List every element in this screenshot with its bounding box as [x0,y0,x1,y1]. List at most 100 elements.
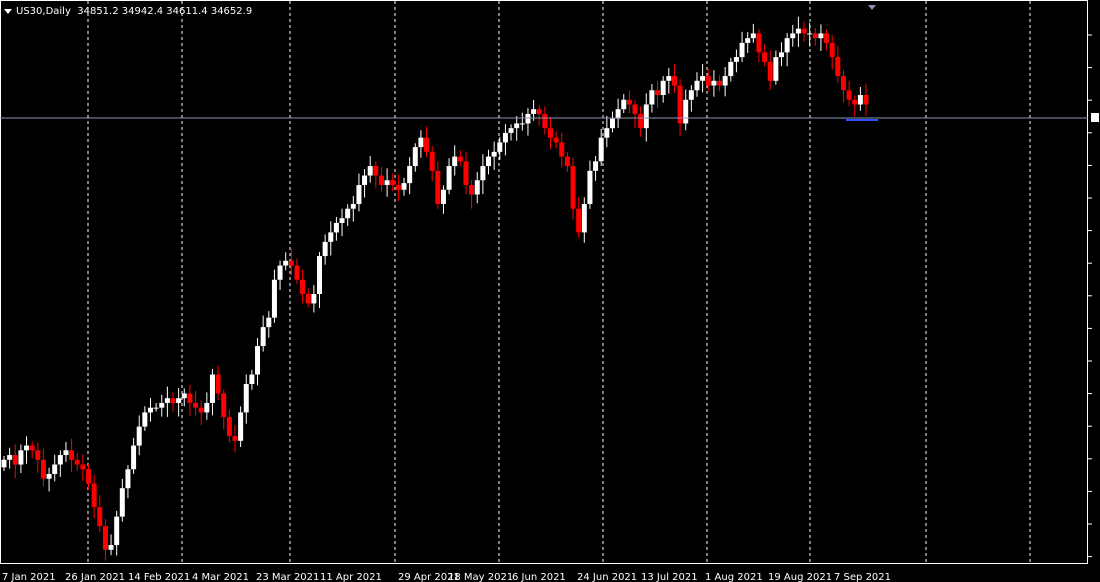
candle-body [226,417,232,437]
candle-body [170,398,176,403]
candle-body [333,222,339,233]
candle-body [671,76,677,86]
candle-body [435,170,441,204]
x-tick-label: 14 Feb 2021 [128,572,190,582]
candle-body [18,450,24,465]
candle-body [739,42,745,58]
candle-body [440,189,446,204]
x-tick-label: 24 Jun 2021 [577,572,637,582]
candle-body [378,175,384,186]
candle-body [863,95,869,105]
candle-body [209,374,215,403]
x-tick-label: 19 Aug 2021 [768,572,832,582]
candle-body [283,260,289,266]
x-tick-label: 23 Mar 2021 [256,572,319,582]
candle-body [345,208,351,219]
candle-body [164,398,170,403]
candle-body [317,256,323,294]
candle-body [339,218,345,223]
candle-body [581,203,587,233]
candle-body [407,166,413,184]
candle-body [367,166,373,176]
candle-body [142,412,148,427]
plot-frame [0,0,1088,564]
candle-body [767,61,773,81]
candle-body [525,113,531,124]
chart-shift-icon[interactable] [868,5,876,10]
candle-body [559,142,565,157]
candle-body [632,104,638,114]
candle-body [694,80,700,91]
candle-body [429,151,435,171]
candle-body [300,279,306,294]
candle-body [728,61,734,77]
candle-body [593,161,599,171]
candle-body [497,142,503,152]
candle-body [159,402,165,408]
candle-body [260,327,266,347]
dropdown-triangle-icon[interactable] [4,8,12,14]
ohlc-readout: 34851.2 34942.4 34611.4 34652.9 [77,6,253,17]
x-tick-label: 7 Jan 2021 [2,572,56,582]
candle-body [1,459,7,468]
candle-body [52,464,58,474]
candle-body [266,317,272,328]
candle-body [12,455,18,465]
chart-area[interactable]: 7 Jan 2021 26 Jan 2021 14 Feb 2021 4 Mar 20… [0,0,1100,582]
candle-body [384,180,390,186]
candle-body [102,526,108,550]
candle-body [717,80,723,86]
candle-body [74,459,80,465]
candle-body [108,545,114,550]
candle-body [125,469,131,489]
candle-body [818,33,824,39]
candle-body [395,185,401,190]
candle-body [356,185,362,204]
candle-body [204,402,210,413]
candle-body [638,113,644,129]
candle-body [373,166,379,176]
candle-body [542,113,548,129]
candle-body [412,147,418,167]
candle-body [424,137,430,152]
candle-body [119,488,125,517]
candle-body [756,33,762,53]
candle-body [452,156,458,167]
x-tick-label: 11 Apr 2021 [320,572,382,582]
candle-body [536,109,542,114]
candle-body [294,265,300,280]
candle-body [840,76,846,91]
symbol-label: US30,Daily [16,6,71,17]
candle-body [587,170,593,204]
candle-body [621,99,627,110]
candle-body [683,99,689,124]
candle-body [626,99,632,105]
candle-body [24,445,30,451]
candle-body [547,128,553,138]
candlestick-chart[interactable]: 7 Jan 2021 26 Jan 2021 14 Feb 2021 4 Mar 20… [0,0,1100,582]
candle-body [700,76,706,81]
candle-body [401,183,407,190]
chart-header: US30,Daily 34851.2 34942.4 34611.4 34652… [4,6,252,17]
candle-body [57,455,63,465]
candle-body [232,436,238,441]
candle-body [514,123,520,129]
candle-body [835,57,841,77]
candle-body [745,38,751,43]
candle-body [474,180,480,195]
candle-body [711,80,717,86]
candle-body [852,99,858,105]
candle-body [615,109,621,119]
candle-body [576,208,582,233]
candle-body [643,104,649,129]
candle-body [778,52,784,58]
candle-body [846,90,852,100]
candle-body [238,412,244,441]
candle-body [305,293,311,304]
candle-body [655,90,661,96]
x-tick-label: 18 May 2021 [448,572,513,582]
candle-body [824,33,830,43]
candle-body [221,393,227,418]
candle-body [187,393,193,403]
candle-body [362,175,368,186]
